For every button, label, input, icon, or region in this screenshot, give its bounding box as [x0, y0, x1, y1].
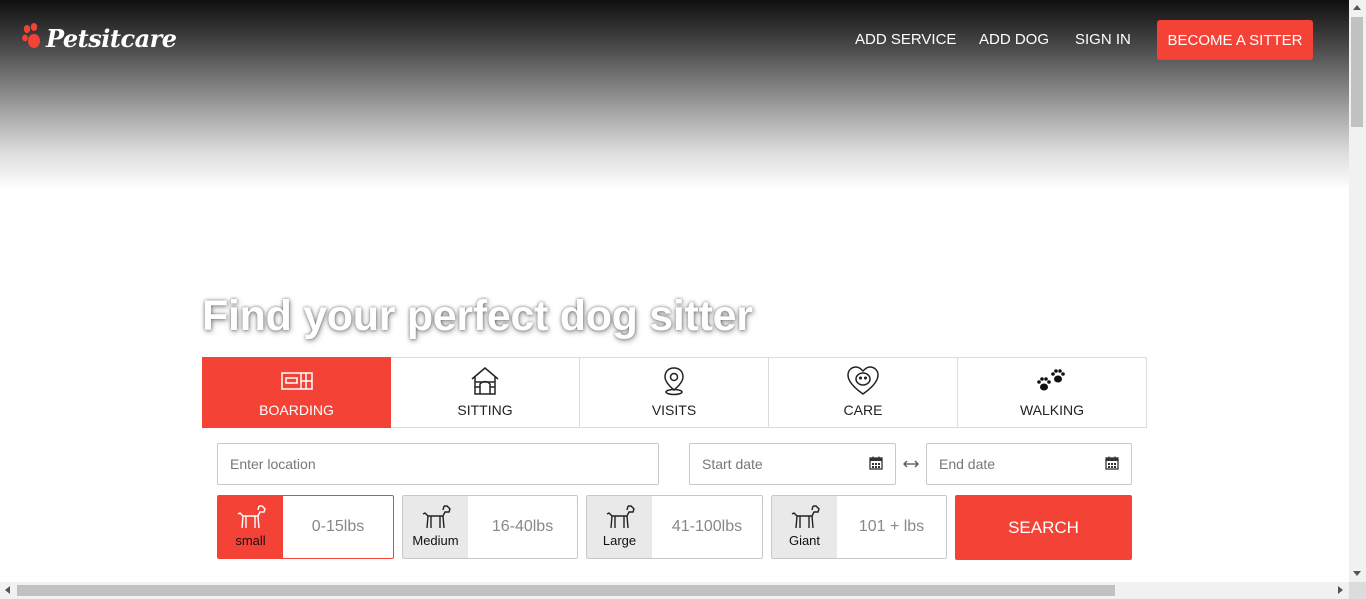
size-range: 101 + lbs	[858, 518, 925, 535]
paw-logo-icon	[22, 23, 40, 48]
calendar-icon[interactable]	[1105, 456, 1119, 470]
size-name: Large	[602, 533, 637, 548]
tab-label: VISITS	[651, 402, 697, 418]
search-button[interactable]: SEARCH	[955, 495, 1132, 560]
calendar-icon[interactable]	[869, 456, 883, 470]
service-tabs: BOARDING SITTING VISITS CARE WALKING	[202, 357, 1147, 428]
location-input[interactable]	[217, 443, 659, 485]
doghouse-icon	[469, 366, 501, 396]
tab-visits[interactable]: VISITS	[580, 357, 769, 428]
size-option-small[interactable]: small 0-15lbs	[217, 495, 394, 559]
size-icon-area: Giant	[772, 496, 837, 558]
boarding-icon	[280, 366, 313, 396]
size-option-large[interactable]: Large 41-100lbs	[586, 495, 763, 559]
vertical-scroll-thumb[interactable]	[1351, 17, 1363, 127]
size-name: small	[235, 533, 266, 548]
header: Petsitcare ADD SERVICE ADD DOG SIGN IN B…	[0, 0, 1349, 80]
size-range: 0-15lbs	[311, 518, 365, 535]
scroll-right-icon[interactable]	[1338, 586, 1343, 594]
size-range: 16-40lbs	[491, 518, 554, 535]
date-range-arrow-icon	[903, 460, 919, 468]
scrollbar-corner	[1349, 582, 1366, 599]
page: Petsitcare ADD SERVICE ADD DOG SIGN IN B…	[0, 0, 1366, 599]
start-date-wrap	[689, 443, 896, 485]
vertical-scrollbar[interactable]	[1349, 0, 1366, 582]
tab-label: SITTING	[457, 402, 513, 418]
scroll-up-icon[interactable]	[1353, 5, 1361, 10]
hero-title: Find your perfect dog sitter	[202, 292, 753, 340]
size-icon-area: Large	[587, 496, 652, 558]
tab-sitting[interactable]: SITTING	[391, 357, 580, 428]
logo[interactable]: Petsitcare	[22, 18, 177, 58]
size-option-medium[interactable]: Medium 16-40lbs	[402, 495, 578, 559]
end-date-input[interactable]	[926, 443, 1132, 485]
become-sitter-button[interactable]: BECOME A SITTER	[1157, 20, 1313, 60]
size-name: Giant	[788, 533, 821, 548]
horizontal-scroll-thumb[interactable]	[17, 585, 1115, 596]
size-range: 41-100lbs	[671, 518, 743, 535]
paw-prints-icon	[1036, 366, 1068, 396]
location-pin-icon	[658, 366, 690, 396]
logo-text: Petsitcare	[46, 23, 177, 53]
end-date-wrap	[926, 443, 1132, 485]
tab-label: CARE	[843, 402, 883, 418]
dog-icon	[606, 505, 635, 529]
size-name: Medium	[412, 533, 459, 548]
size-icon-area: small	[218, 496, 283, 558]
tab-care[interactable]: CARE	[769, 357, 958, 428]
dog-icon	[791, 505, 820, 529]
tab-label: BOARDING	[259, 402, 334, 418]
nav-sign-in[interactable]: SIGN IN	[1075, 31, 1131, 48]
size-icon-area: Medium	[403, 496, 468, 558]
tab-label: WALKING	[1019, 402, 1085, 418]
nav-add-dog[interactable]: ADD DOG	[979, 31, 1049, 48]
start-date-input[interactable]	[689, 443, 896, 485]
horizontal-scrollbar[interactable]	[0, 582, 1349, 599]
scroll-left-icon[interactable]	[5, 586, 10, 594]
tab-boarding[interactable]: BOARDING	[202, 357, 391, 428]
size-option-giant[interactable]: Giant 101 + lbs	[771, 495, 947, 559]
scroll-down-icon[interactable]	[1353, 571, 1361, 576]
heart-dog-icon	[847, 366, 879, 396]
dog-icon	[237, 505, 266, 529]
tab-walking[interactable]: WALKING	[958, 357, 1147, 428]
nav-add-service[interactable]: ADD SERVICE	[855, 31, 956, 48]
dog-icon	[422, 505, 451, 529]
